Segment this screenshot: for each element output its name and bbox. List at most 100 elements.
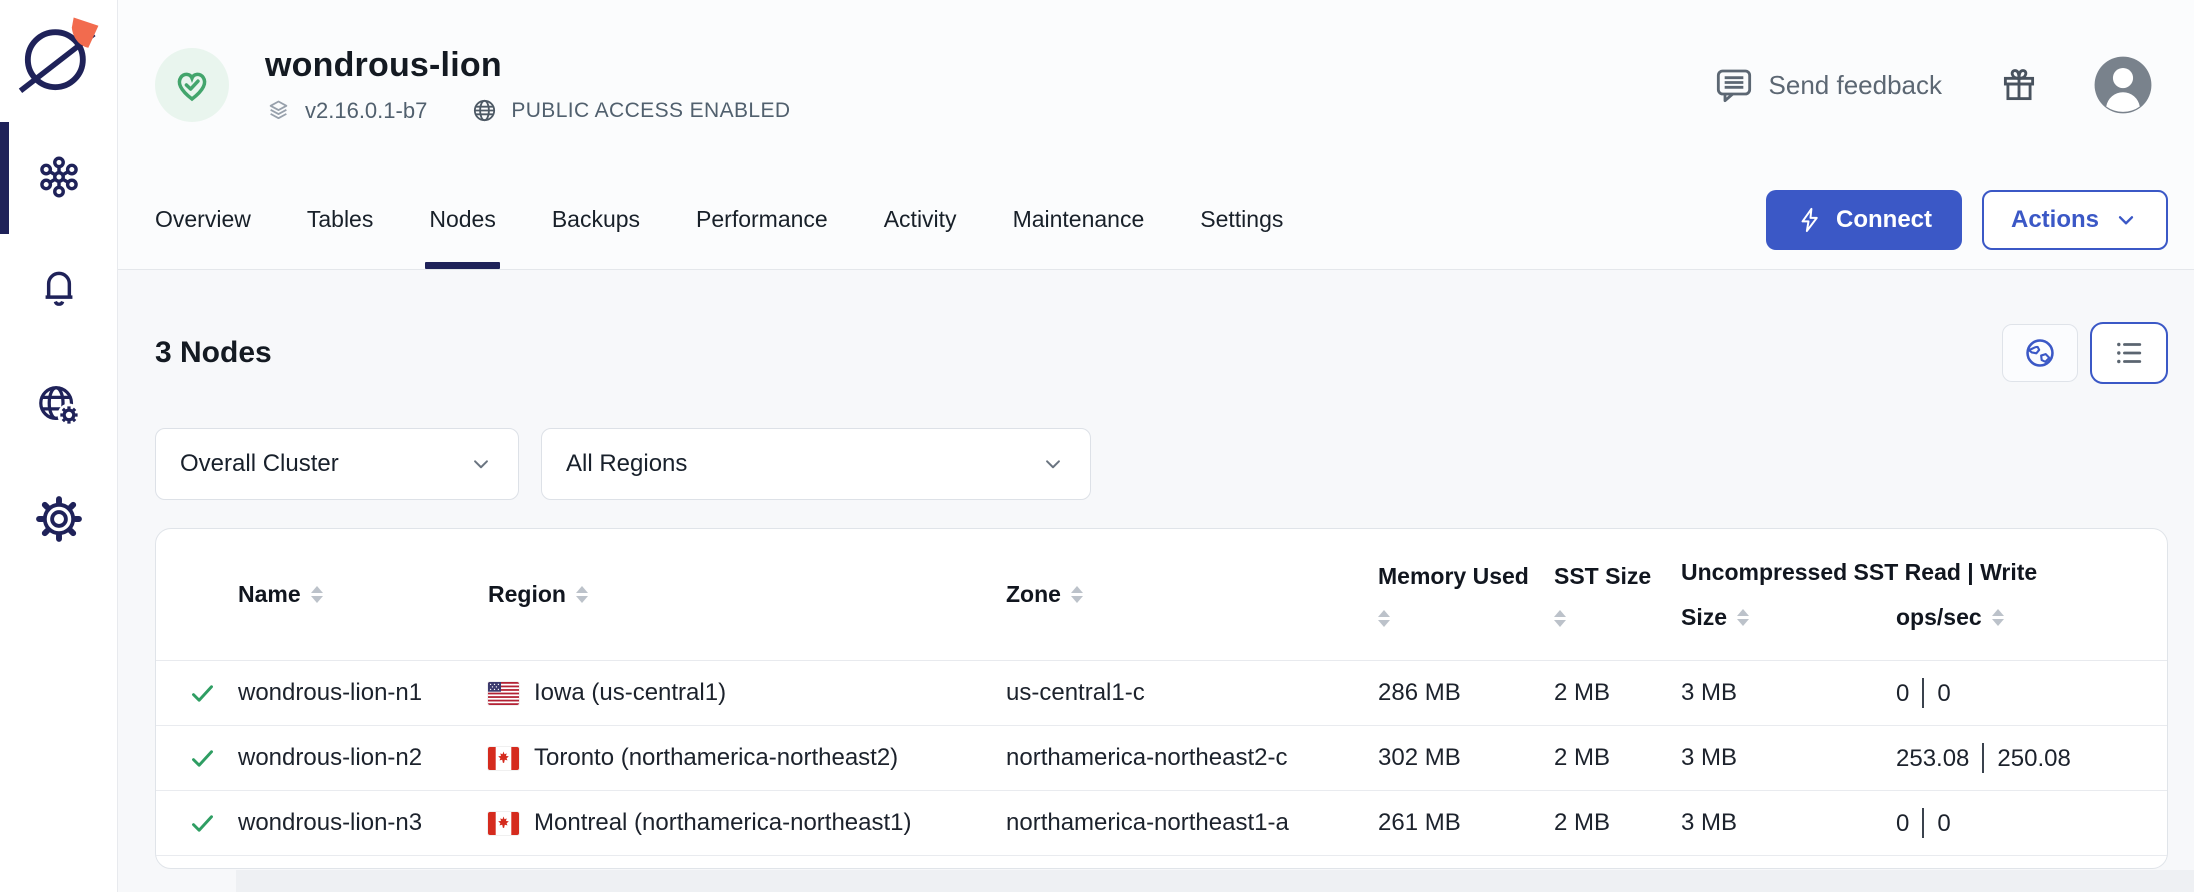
node-status-cell [156, 745, 238, 772]
actions-button[interactable]: Actions [1982, 190, 2168, 250]
ops-write-value: 0 [1937, 680, 1950, 707]
nodes-section-head: 3 Nodes [155, 322, 2168, 384]
send-feedback-button[interactable]: Send feedback [1714, 65, 1942, 105]
nodes-count-title: 3 Nodes [155, 336, 272, 370]
sort-icon[interactable] [1378, 610, 1390, 627]
ops-subheader-label: ops/sec [1896, 604, 1982, 631]
cluster-header: wondrous-lion v2.16.0.1-b7 [118, 0, 2194, 170]
layers-icon [265, 97, 292, 124]
nodes-content: 3 Nodes [118, 270, 2194, 892]
node-name-cell: wondrous-lion-n3 [238, 809, 488, 837]
map-globe-icon [2023, 336, 2057, 370]
sst-size-column-header[interactable]: SST Size [1554, 563, 1681, 627]
region-header-label: Region [488, 581, 566, 608]
region-column-header[interactable]: Region [488, 581, 1006, 608]
cluster-health-badge [155, 48, 229, 122]
tab-backups[interactable]: Backups [552, 170, 640, 269]
cluster-name: wondrous-lion [265, 46, 790, 85]
cluster-tabbar: Overview Tables Nodes Backups Performanc… [118, 170, 2194, 270]
canada-flag-icon [488, 747, 519, 770]
user-avatar[interactable] [2092, 54, 2154, 116]
cluster-version: v2.16.0.1-b7 [265, 97, 427, 124]
name-header-label: Name [238, 581, 301, 608]
node-region-label: Toronto (northamerica-northeast2) [534, 744, 898, 772]
view-toggles [2002, 322, 2168, 384]
nodes-table-card: Name Region Zone Memory Used [155, 528, 2168, 869]
gift-button[interactable] [2000, 66, 2038, 104]
us-flag-icon [488, 682, 519, 705]
tab-activity[interactable]: Activity [884, 170, 957, 269]
app-window: wondrous-lion v2.16.0.1-b7 [0, 0, 2194, 892]
name-column-header[interactable]: Name [238, 581, 488, 608]
tab-maintenance[interactable]: Maintenance [1013, 170, 1145, 269]
region-filter-select[interactable]: All Regions [541, 428, 1091, 500]
sidebar-item-clusters[interactable] [0, 148, 117, 206]
topbar-right: Send feedback [1714, 54, 2154, 116]
sidebar-item-network-access[interactable] [0, 376, 117, 434]
sort-icon[interactable] [1071, 586, 1083, 603]
sst-size-header-label: SST Size [1554, 563, 1651, 590]
sidebar-item-alerts[interactable] [0, 258, 117, 316]
chevron-down-icon [2113, 207, 2139, 233]
sort-icon[interactable] [1992, 609, 2004, 626]
node-ops-cell: 00 [1896, 678, 2167, 708]
map-view-button[interactable] [2002, 324, 2078, 382]
public-access-label: PUBLIC ACCESS ENABLED [511, 99, 790, 123]
tab-settings[interactable]: Settings [1200, 170, 1283, 269]
node-memory-cell: 261 MB [1378, 809, 1554, 837]
node-memory-cell: 286 MB [1378, 679, 1554, 707]
node-zone-cell: northamerica-northeast1-a [1006, 809, 1378, 837]
globe-gear-icon [36, 382, 82, 428]
region-flag-icon [488, 812, 519, 835]
public-access-status: PUBLIC ACCESS ENABLED [471, 97, 790, 124]
tab-nodes[interactable]: Nodes [429, 170, 495, 269]
node-sst-size-cell: 2 MB [1554, 809, 1681, 837]
node-read-write-size-cell: 3 MB [1681, 744, 1896, 772]
nodes-filters: Overall Cluster All Regions [155, 428, 2168, 500]
main-area: wondrous-lion v2.16.0.1-b7 [118, 0, 2194, 892]
node-healthy-check-icon [189, 810, 216, 837]
tab-performance[interactable]: Performance [696, 170, 828, 269]
list-view-button[interactable] [2090, 322, 2168, 384]
node-table-row: wondrous-lion-n1 Iowa (us-central1) us-c… [156, 661, 2167, 726]
node-memory-cell: 302 MB [1378, 744, 1554, 772]
size-subcolumn-header[interactable]: Size [1681, 604, 1896, 631]
page-bottom-strip [236, 870, 2194, 892]
tab-tables[interactable]: Tables [307, 170, 373, 269]
user-avatar-icon [2092, 54, 2154, 116]
connect-button[interactable]: Connect [1766, 190, 1962, 250]
node-region-cell: Montreal (northamerica-northeast1) [488, 809, 1006, 837]
sort-icon[interactable] [1554, 610, 1566, 627]
sidebar-item-settings[interactable] [0, 490, 117, 548]
memory-column-header[interactable]: Memory Used [1378, 563, 1554, 627]
sort-icon[interactable] [1737, 609, 1749, 626]
chevron-down-icon [1040, 451, 1066, 477]
tab-overview[interactable]: Overview [155, 170, 251, 269]
zone-column-header[interactable]: Zone [1006, 581, 1378, 608]
node-read-write-size-cell: 3 MB [1681, 679, 1896, 707]
brand-logo-planet-rocket-icon[interactable] [15, 12, 103, 100]
node-name-cell: wondrous-lion-n1 [238, 679, 488, 707]
gift-icon [2000, 66, 2038, 104]
node-name-cell: wondrous-lion-n2 [238, 744, 488, 772]
ops-read-value: 0 [1896, 680, 1909, 707]
node-status-cell [156, 810, 238, 837]
ops-subcolumn-header[interactable]: ops/sec [1896, 604, 2167, 631]
lightning-icon [1796, 206, 1824, 234]
cluster-title-block: wondrous-lion v2.16.0.1-b7 [265, 46, 790, 124]
ops-divider [1982, 743, 1984, 773]
uncompressed-sst-subheaders: Size ops/sec [1681, 604, 2167, 631]
node-read-write-size-cell: 3 MB [1681, 809, 1896, 837]
sort-icon[interactable] [576, 586, 588, 603]
node-healthy-check-icon [189, 745, 216, 772]
sidebar-nav [0, 100, 117, 548]
cluster-meta-row: v2.16.0.1-b7 PUBLIC ACCESS ENABLED [265, 97, 790, 124]
cluster-scope-select[interactable]: Overall Cluster [155, 428, 519, 500]
cluster-scope-value: Overall Cluster [180, 450, 339, 478]
tabbar-actions: Connect Actions [1766, 190, 2168, 250]
ops-divider [1922, 678, 1924, 708]
uncompressed-sst-group-label: Uncompressed SST Read | Write [1681, 559, 2167, 586]
ops-read-value: 253.08 [1896, 745, 1969, 772]
sort-icon[interactable] [311, 586, 323, 603]
list-icon [2112, 336, 2146, 370]
